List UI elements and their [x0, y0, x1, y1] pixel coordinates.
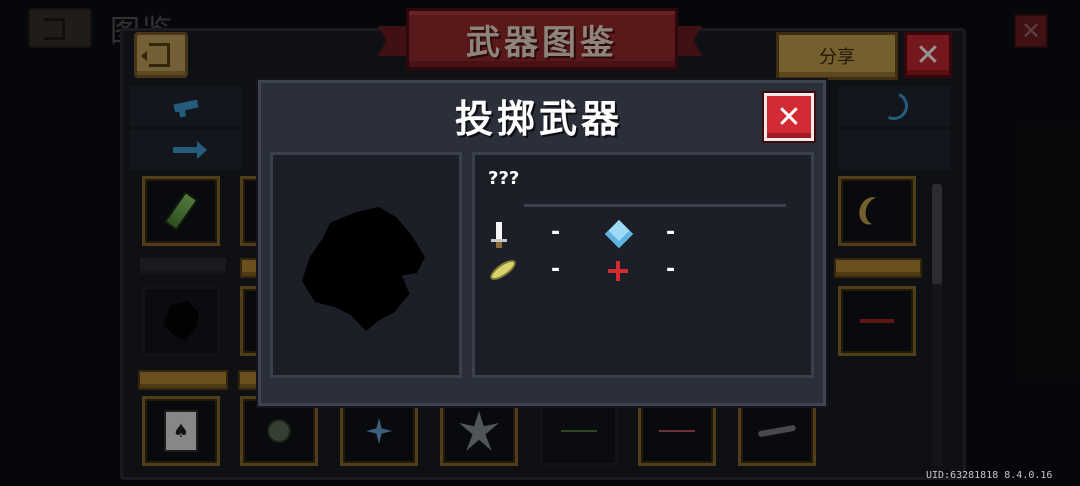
crystal-icon — [604, 219, 634, 249]
weapon-silhouette-icon — [302, 206, 425, 331]
popup-close-button[interactable]: ✕ — [764, 93, 814, 141]
uid-version-label: UID:63281818 8.4.0.16 — [926, 470, 1053, 481]
feather-icon — [487, 256, 519, 284]
accuracy-value: - — [666, 257, 676, 282]
weapon-stats-pane — [472, 152, 814, 378]
divider — [524, 204, 786, 207]
popup-title: 投掷武器 — [454, 97, 623, 141]
crosshair-icon — [608, 261, 628, 281]
weapon-preview-pane — [270, 152, 462, 378]
weapon-name: ??? — [488, 168, 520, 189]
speed-value: - — [551, 257, 561, 282]
sword-icon — [491, 222, 507, 248]
energy-value: - — [666, 220, 676, 245]
damage-value: - — [551, 220, 561, 245]
